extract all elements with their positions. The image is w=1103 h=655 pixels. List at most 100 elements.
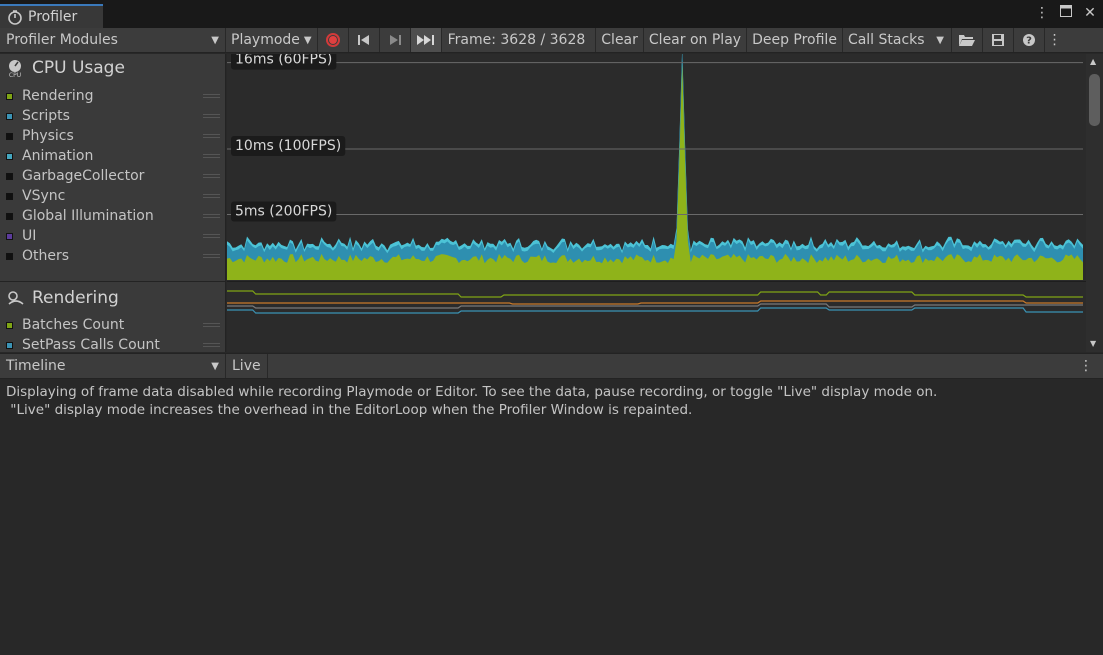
rendering-series-line	[227, 303, 1083, 309]
call-stacks-dropdown[interactable]: ▼	[930, 28, 952, 52]
legend-item-scripts[interactable]: Scripts	[6, 106, 220, 126]
rendering-chart[interactable]	[227, 282, 1086, 352]
record-icon	[325, 33, 340, 47]
deep-profile-toggle[interactable]: Deep Profile	[747, 28, 843, 52]
clear-button[interactable]: Clear	[596, 28, 644, 52]
maximize-icon[interactable]	[1059, 5, 1073, 21]
legend-label: Others	[22, 248, 70, 264]
live-toggle[interactable]: Live	[226, 354, 268, 378]
drag-handle-icon[interactable]	[203, 343, 220, 347]
first-frame-button[interactable]	[349, 28, 380, 52]
legend-swatch[interactable]	[6, 232, 13, 240]
drag-handle-icon[interactable]	[203, 214, 220, 218]
chevron-down-icon: ▼	[211, 360, 219, 372]
legend-swatch[interactable]	[6, 252, 13, 260]
details-toolbar: Timeline ▼ Live ⋮	[0, 353, 1103, 379]
clear-on-play-toggle[interactable]: Clear on Play	[644, 28, 748, 52]
target-label: Playmode	[231, 32, 300, 48]
legend-swatch[interactable]	[6, 321, 13, 329]
rendering-legend: Batches Count SetPass Calls Count	[6, 315, 220, 355]
legend-item-batches-count[interactable]: Batches Count	[6, 315, 220, 335]
legend-item-ui[interactable]: UI	[6, 226, 220, 246]
fps-marker-label: 5ms (200FPS)	[235, 204, 332, 220]
legend-item-vsync[interactable]: VSync	[6, 186, 220, 206]
chart-scrollbar[interactable]: ▲ ▼	[1086, 54, 1103, 352]
legend-swatch[interactable]	[6, 212, 13, 220]
drag-handle-icon[interactable]	[203, 254, 220, 258]
cpu-usage-chart[interactable]: 16ms (60FPS) 10ms (100FPS) 5ms (200FPS)	[227, 54, 1086, 282]
drag-handle-icon[interactable]	[203, 154, 220, 158]
rendering-module-header[interactable]: Rendering	[6, 288, 119, 308]
legend-swatch[interactable]	[6, 112, 13, 120]
legend-swatch[interactable]	[6, 192, 13, 200]
record-button[interactable]	[318, 28, 349, 52]
frame-counter: Frame: 3628 / 3628	[442, 28, 597, 52]
chevron-down-icon: ▼	[211, 34, 219, 46]
help-button[interactable]: ?	[1014, 28, 1045, 52]
view-mode-dropdown[interactable]: Timeline ▼	[0, 354, 226, 378]
svg-text:CPU: CPU	[9, 72, 21, 78]
legend-item-garbagecollector[interactable]: GarbageCollector	[6, 166, 220, 186]
help-icon: ?	[1022, 34, 1035, 47]
legend-label: Animation	[22, 148, 94, 164]
legend-label: Batches Count	[22, 317, 125, 333]
profiler-modules-label: Profiler Modules	[6, 32, 118, 48]
drag-handle-icon[interactable]	[203, 134, 220, 138]
cpu-module-title: CPU Usage	[32, 58, 125, 78]
rendering-series-line	[227, 307, 1083, 314]
tab-profiler[interactable]: Profiler	[0, 4, 103, 28]
window-menu-button[interactable]: ⋮	[1045, 28, 1065, 52]
target-dropdown[interactable]: Playmode ▼	[226, 28, 318, 52]
legend-item-global-illumination[interactable]: Global Illumination	[6, 206, 220, 226]
next-frame-button[interactable]	[380, 28, 411, 52]
drag-handle-icon[interactable]	[203, 174, 220, 178]
svg-text:?: ?	[1026, 36, 1032, 47]
disabled-message: Displaying of frame data disabled while …	[6, 383, 937, 419]
legend-swatch[interactable]	[6, 152, 13, 160]
kebab-menu-icon[interactable]: ⋮	[1079, 358, 1093, 374]
kebab-menu-icon[interactable]: ⋮	[1035, 5, 1049, 21]
folder-open-icon	[958, 35, 975, 46]
drag-handle-icon[interactable]	[203, 94, 220, 98]
scroll-up-icon[interactable]: ▲	[1090, 57, 1096, 66]
legend-item-setpass-calls-count[interactable]: SetPass Calls Count	[6, 335, 220, 355]
drag-handle-icon[interactable]	[203, 234, 220, 238]
save-icon	[991, 34, 1004, 46]
close-icon[interactable]: ✕	[1083, 5, 1097, 21]
current-frame-button[interactable]	[410, 28, 442, 52]
legend-swatch[interactable]	[6, 92, 13, 100]
legend-item-physics[interactable]: Physics	[6, 126, 220, 146]
fps-marker-label: 10ms (100FPS)	[235, 138, 341, 154]
legend-label: VSync	[22, 188, 66, 204]
message-line-2: "Live" display mode increases the overhe…	[6, 402, 693, 418]
load-button[interactable]	[952, 28, 983, 52]
window-titlebar: Profiler ⋮ ✕	[0, 0, 1103, 28]
legend-swatch[interactable]	[6, 341, 13, 349]
legend-item-others[interactable]: Others	[6, 246, 220, 266]
legend-item-animation[interactable]: Animation	[6, 146, 220, 166]
profiler-chart[interactable]: 16ms (60FPS) 10ms (100FPS) 5ms (200FPS)	[227, 54, 1086, 352]
legend-label: Rendering	[22, 88, 94, 104]
legend-label: Scripts	[22, 108, 70, 124]
rendering-module-title: Rendering	[32, 288, 119, 308]
fast-forward-icon	[416, 35, 434, 45]
legend-swatch[interactable]	[6, 172, 13, 180]
profiler-modules-dropdown[interactable]: Profiler Modules ▼	[0, 28, 226, 52]
drag-handle-icon[interactable]	[203, 194, 220, 198]
drag-handle-icon[interactable]	[203, 323, 220, 327]
fps-marker-label: 16ms (60FPS)	[235, 54, 332, 68]
drag-handle-icon[interactable]	[203, 114, 220, 118]
chevron-down-icon: ▼	[303, 34, 312, 46]
legend-label: GarbageCollector	[22, 168, 145, 184]
legend-label: UI	[22, 228, 37, 244]
legend-item-rendering[interactable]: Rendering	[6, 86, 220, 106]
legend-label: Physics	[22, 128, 74, 144]
scroll-thumb[interactable]	[1089, 74, 1100, 126]
cpu-module-header[interactable]: CPU CPU Usage	[6, 58, 125, 78]
legend-swatch[interactable]	[6, 132, 13, 140]
save-button[interactable]	[983, 28, 1014, 52]
scroll-down-icon[interactable]: ▼	[1090, 339, 1096, 348]
profiler-toolbar: Profiler Modules ▼ Playmode ▼ Frame: 362…	[0, 28, 1103, 53]
module-divider	[0, 281, 226, 282]
call-stacks-toggle[interactable]: Call Stacks	[843, 28, 930, 52]
